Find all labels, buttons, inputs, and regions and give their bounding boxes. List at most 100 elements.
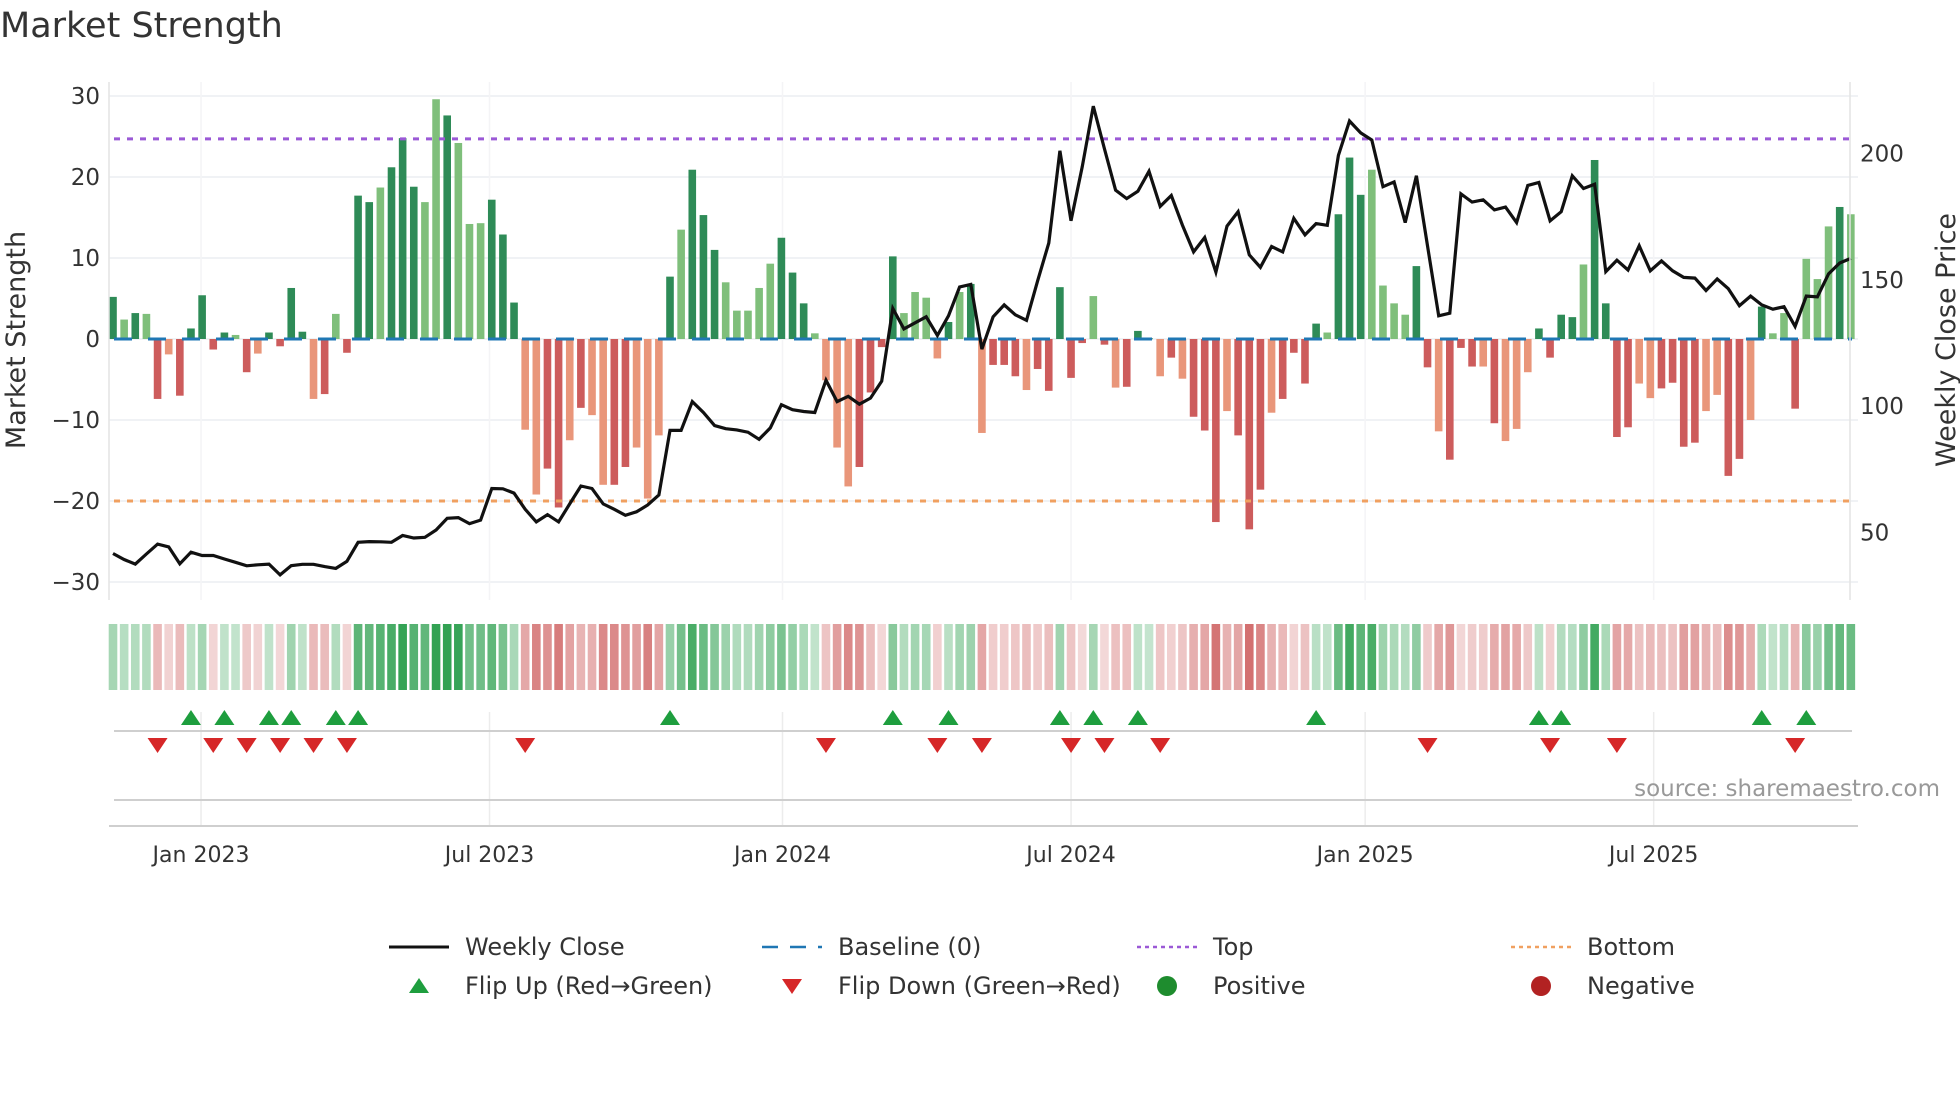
strip-cell (1389, 624, 1399, 690)
flip-up-marker (1796, 710, 1817, 725)
positive-icon (1137, 974, 1197, 998)
y2-tick-label: 100 (1860, 394, 1904, 420)
strip-cell (1367, 624, 1377, 690)
strength-bar (1468, 339, 1476, 367)
strip-cell (1646, 624, 1655, 690)
strength-bar (354, 195, 362, 339)
strength-bar (1401, 314, 1410, 339)
strength-bar (1757, 306, 1766, 339)
strip-cell (877, 624, 886, 690)
strength-bar (432, 99, 440, 340)
flip-up-marker (882, 710, 903, 725)
strength-bar (120, 319, 128, 339)
x-tick-label: Jul 2024 (1024, 843, 1116, 868)
strip-cell (665, 624, 675, 690)
strip-cell (1334, 624, 1343, 690)
strip-cell (1167, 624, 1176, 690)
strip-cell (576, 624, 586, 690)
strength-bar (1301, 339, 1309, 384)
strip-cell (1211, 624, 1221, 690)
strength-bar (1067, 339, 1075, 378)
strength-heat-strip (108, 624, 1856, 690)
strength-bar (811, 333, 819, 339)
strip-cell (387, 624, 396, 690)
strip-cell (398, 624, 407, 690)
strip-cell (855, 624, 864, 690)
strength-bar (1122, 339, 1131, 387)
strip-cell (933, 624, 942, 690)
flip-up-marker (258, 710, 279, 725)
strength-bar (476, 223, 485, 339)
strength-bar (799, 303, 808, 339)
strip-cell (710, 624, 719, 690)
flip-down-marker (1150, 738, 1171, 753)
strip-cell (275, 624, 285, 690)
strength-bar (398, 138, 407, 339)
strength-bar (376, 187, 385, 339)
flip-up-marker (180, 710, 201, 725)
strip-cell (1813, 624, 1822, 690)
strip-cell (420, 624, 430, 690)
x-tick-label: Jan 2025 (1315, 843, 1414, 868)
strength-bar (1512, 339, 1521, 429)
strip-cell (699, 624, 708, 690)
strength-bar (1546, 339, 1554, 358)
strip-cell (1322, 624, 1332, 690)
y-tick-label: −10 (51, 408, 100, 434)
strength-bar (510, 302, 518, 339)
strip-cell (1122, 624, 1132, 690)
strength-bar (1679, 339, 1688, 447)
flip-down-marker (971, 738, 992, 753)
strength-bar (1835, 206, 1844, 339)
strength-bar (866, 339, 875, 393)
strip-cell (1478, 624, 1488, 690)
strip-cell (1267, 624, 1276, 690)
strip-cell (331, 624, 341, 690)
strength-bar (1434, 339, 1443, 432)
strength-bar (1579, 264, 1588, 339)
strip-cell (1244, 624, 1254, 690)
strip-cell (1055, 624, 1065, 690)
strength-bar (1189, 339, 1198, 417)
strip-cell (253, 624, 263, 690)
y-tick-label: −20 (51, 489, 100, 515)
strip-cell (554, 624, 563, 690)
legend-item-baseline: Baseline (0) (762, 933, 981, 961)
strength-bar (1000, 339, 1008, 365)
strength-bar (254, 339, 262, 354)
strip-cell (1757, 624, 1767, 690)
legend-label: Negative (1587, 972, 1695, 1000)
strip-cell (1412, 624, 1421, 690)
strength-bar (209, 339, 218, 350)
legend-label: Weekly Close (465, 933, 625, 961)
strip-cell (1155, 624, 1165, 690)
strip-cell (910, 624, 920, 690)
strip-cell (1835, 624, 1844, 690)
line-icon (389, 935, 449, 959)
strip-cell (899, 624, 909, 690)
strip-cell (1724, 624, 1733, 690)
strength-bar (387, 167, 396, 339)
strip-cell (1033, 624, 1042, 690)
strength-bar (565, 339, 574, 441)
strip-cell (777, 624, 786, 690)
strip-cell (320, 624, 329, 690)
strength-bar (164, 339, 173, 355)
negative-icon (1511, 974, 1571, 998)
strength-bar (688, 169, 697, 339)
strength-bars (109, 99, 1855, 530)
strength-bar (1111, 339, 1120, 388)
strip-cell (721, 624, 730, 690)
axes: 3020100−10−20−3020015010050Jan 2023 Jul 2… (51, 82, 1904, 868)
flip-up-marker (348, 710, 369, 725)
strength-bar (1601, 303, 1610, 339)
legend-item-positive: Positive (1137, 972, 1306, 1000)
flip-up-marker (214, 710, 235, 725)
strip-cell (610, 624, 619, 690)
strength-bar (1033, 339, 1042, 369)
flip-down-marker (1417, 738, 1438, 753)
strength-bar (521, 339, 529, 430)
strip-cell (442, 624, 452, 690)
flip-down-marker (1061, 738, 1082, 753)
strip-cell (1612, 624, 1622, 690)
